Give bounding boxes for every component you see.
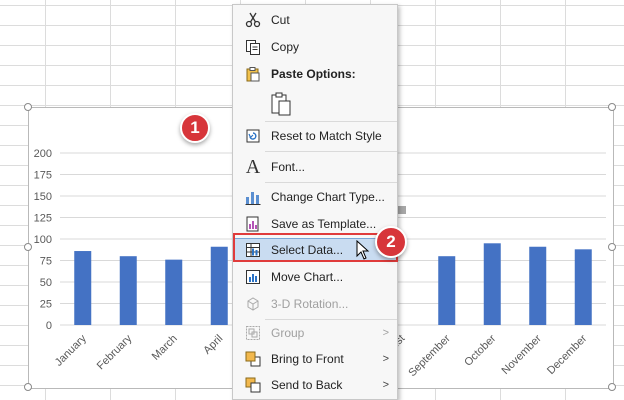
- step-badge-2: 2: [375, 226, 407, 258]
- menu-item-label: Group: [271, 326, 305, 340]
- menu-item-change-chart-type[interactable]: Change Chart Type...: [233, 185, 397, 209]
- bar-november[interactable]: [529, 246, 547, 325]
- resize-handle-left[interactable]: [24, 243, 32, 251]
- menu-item-label: Save as Template...: [271, 217, 377, 231]
- menu-item-send-to-back[interactable]: Send to Back >: [233, 373, 397, 397]
- submenu-arrow-icon: >: [382, 353, 389, 365]
- send-back-icon: [241, 375, 265, 395]
- y-tick-label: 200: [34, 148, 52, 160]
- clipboard-icon: [241, 64, 265, 84]
- y-tick-label: 125: [34, 213, 52, 225]
- submenu-arrow-icon: >: [382, 327, 389, 339]
- menu-item-label: Cut: [271, 13, 290, 27]
- bar-october[interactable]: [483, 243, 501, 325]
- select-data-icon: [241, 240, 265, 260]
- copy-icon: [241, 37, 265, 57]
- x-tick-label-january: January: [53, 332, 90, 369]
- font-icon: A: [245, 155, 261, 178]
- x-tick-label-march: March: [150, 333, 180, 363]
- x-tick-label-september: September: [406, 332, 453, 379]
- context-menu: Cut Copy Paste Options: Reset to Match S…: [232, 4, 398, 400]
- menu-item-label: Copy: [271, 40, 300, 54]
- menu-item-label: 3-D Rotation...: [271, 297, 349, 311]
- y-tick-label: 50: [40, 277, 52, 289]
- menu-separator: [265, 151, 397, 152]
- group-icon: [241, 323, 265, 343]
- menu-item-select-data[interactable]: Select Data...: [233, 238, 397, 262]
- paste-keep-formatting-button[interactable]: [269, 91, 293, 117]
- menu-item-cut[interactable]: Cut: [233, 8, 397, 32]
- menu-separator: [265, 182, 397, 183]
- menu-item-label: Select Data...: [271, 243, 344, 257]
- menu-item-font[interactable]: A Font...: [233, 155, 397, 179]
- x-tick-label-april: April: [201, 333, 225, 357]
- bar-december[interactable]: [574, 249, 592, 325]
- chart-element-handle[interactable]: [398, 206, 406, 214]
- menu-item-label: Change Chart Type...: [271, 190, 385, 204]
- resize-handle-top-right[interactable]: [608, 103, 616, 111]
- paste-clipboard-icon: [271, 92, 291, 116]
- y-tick-label: 75: [40, 256, 52, 268]
- menu-separator: [265, 121, 397, 122]
- bar-february[interactable]: [119, 256, 137, 325]
- x-tick-label-february: February: [95, 332, 135, 372]
- template-icon: [241, 214, 265, 234]
- bar-april[interactable]: [210, 246, 228, 325]
- chart-type-icon: [241, 187, 265, 207]
- menu-item-3d-rotation[interactable]: 3-D Rotation...: [233, 292, 397, 316]
- x-tick-label-december: December: [545, 332, 590, 377]
- y-tick-label: 25: [40, 299, 52, 311]
- menu-item-move-chart[interactable]: Move Chart...: [233, 265, 397, 289]
- menu-item-save-template[interactable]: Save as Template...: [233, 212, 397, 236]
- bring-front-icon: [241, 349, 265, 369]
- bar-january[interactable]: [74, 251, 92, 325]
- menu-item-copy[interactable]: Copy: [233, 35, 397, 59]
- rotation-icon: [241, 294, 265, 314]
- y-tick-label: 150: [34, 191, 52, 203]
- resize-handle-right[interactable]: [608, 243, 616, 251]
- menu-item-label: Paste Options:: [271, 67, 356, 81]
- menu-item-label: Move Chart...: [271, 270, 344, 284]
- scissors-icon: [241, 10, 265, 30]
- bar-september[interactable]: [438, 256, 456, 325]
- x-tick-label-november: November: [500, 332, 545, 377]
- mouse-cursor-icon: [356, 240, 370, 260]
- x-tick-label-october: October: [462, 332, 498, 368]
- menu-item-label: Reset to Match Style: [271, 129, 382, 143]
- resize-handle-bottom-left[interactable]: [24, 383, 32, 391]
- step-badge-1: 1: [180, 113, 210, 143]
- reset-style-icon: [241, 126, 265, 146]
- bar-march[interactable]: [165, 259, 183, 325]
- menu-item-bring-to-front[interactable]: Bring to Front >: [233, 347, 397, 371]
- menu-separator: [265, 319, 397, 320]
- menu-item-paste-options: Paste Options:: [233, 62, 397, 86]
- resize-handle-top-left[interactable]: [24, 103, 32, 111]
- menu-item-label: Bring to Front: [271, 352, 344, 366]
- menu-item-label: Send to Back: [271, 378, 343, 392]
- resize-handle-bottom-right[interactable]: [608, 383, 616, 391]
- menu-item-group[interactable]: Group >: [233, 321, 397, 345]
- y-tick-label: 175: [34, 170, 52, 182]
- menu-item-label: Font...: [271, 160, 306, 174]
- y-tick-label: 100: [34, 234, 52, 246]
- menu-item-reset-style[interactable]: Reset to Match Style: [233, 124, 397, 148]
- submenu-arrow-icon: >: [382, 379, 389, 391]
- move-chart-icon: [241, 267, 265, 287]
- y-tick-label: 0: [46, 320, 52, 332]
